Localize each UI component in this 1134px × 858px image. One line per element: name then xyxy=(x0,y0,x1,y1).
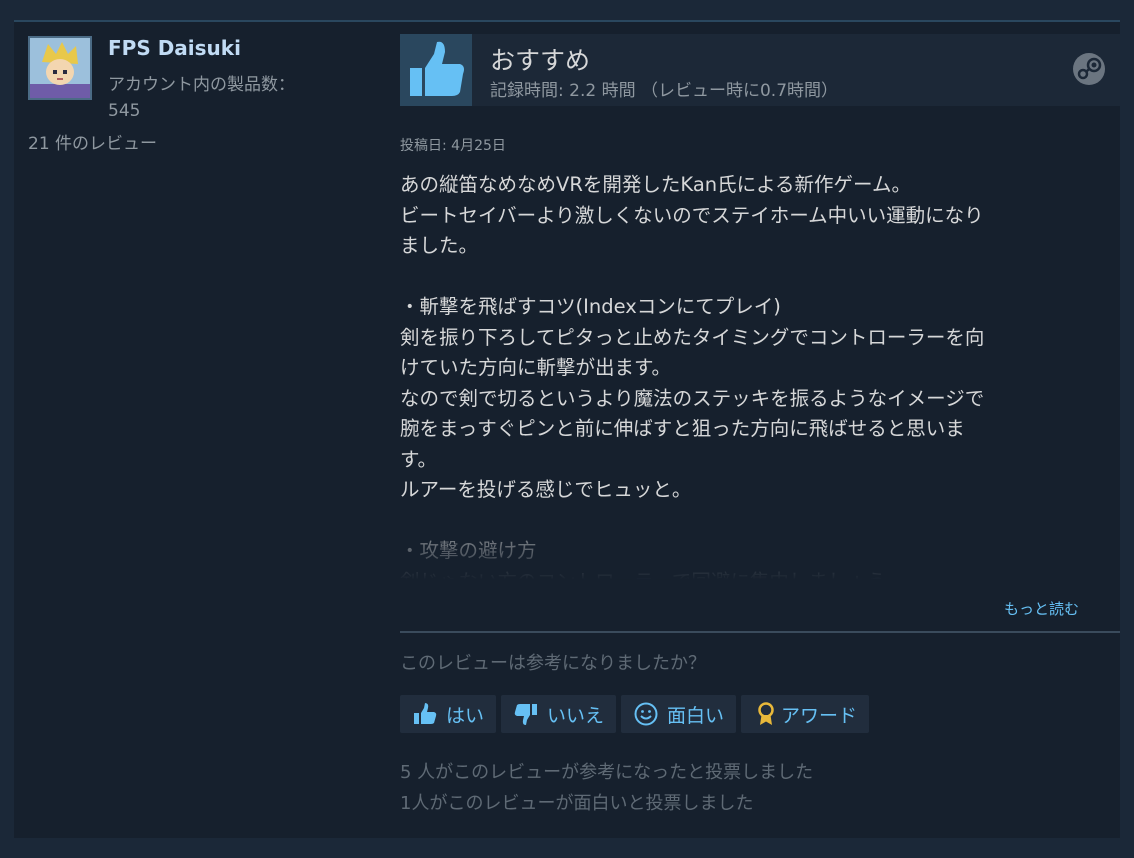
review-line xyxy=(400,262,1120,293)
award-button[interactable]: アワード xyxy=(741,695,870,733)
recommendation-header: おすすめ 記録時間: 2.2 時間 （レビュー時に0.7時間） xyxy=(400,34,1120,106)
vote-no-label: いいえ xyxy=(547,704,605,727)
vote-yes-label: はい xyxy=(446,704,485,727)
posted-date: 投稿日: 4月25日 xyxy=(400,138,506,154)
helpful-question: このレビューは参考になりましたか？ xyxy=(400,653,706,674)
award-label: アワード xyxy=(781,704,858,727)
recommendation-title: おすすめ xyxy=(490,46,591,75)
vote-funny-button[interactable]: 面白い xyxy=(621,695,737,733)
funny-votes-stat: 1人がこのレビューが面白いと投票しました xyxy=(400,793,754,814)
review-line: ・斬撃を飛ばすコツ(Indexコンにてプレイ) xyxy=(400,295,781,318)
award-ribbon-icon xyxy=(758,702,774,725)
review-line: 剣じゃない方のコントローラーで回避に集中しましょう xyxy=(400,567,1120,581)
review-line: ビートセイバーより激しくないのでステイホーム中いい運動になり xyxy=(400,203,984,227)
vote-funny-label: 面白い xyxy=(667,704,725,727)
review-line: す。 xyxy=(400,447,438,471)
smiley-icon xyxy=(634,702,658,726)
review-text: あの縦笛なめなめVRを開発したKan氏による新作ゲーム。 ビートセイバーより激し… xyxy=(400,170,1120,580)
review-line: ・攻撃の避け方 xyxy=(400,539,537,562)
helpful-votes-stat: 5 人がこのレビューが参考になったと投票しました xyxy=(400,762,814,783)
review-line xyxy=(400,506,1120,537)
vote-yes-button[interactable]: はい xyxy=(400,695,497,733)
products-label: アカウント内の製品数： xyxy=(108,75,295,95)
products-count[interactable]: 545 xyxy=(108,101,140,121)
review-line: けていた方向に斬撃が出ます。 xyxy=(400,356,672,379)
thumbs-up-icon xyxy=(400,34,472,106)
avatar[interactable] xyxy=(28,36,92,100)
thumbs-up-icon xyxy=(414,703,437,724)
vote-no-button[interactable]: いいえ xyxy=(501,695,617,733)
review-line: あの縦笛なめなめVRを開発したKan氏による新作ゲーム。 xyxy=(400,173,911,196)
steam-logo-icon xyxy=(1073,53,1105,85)
review-line: ルアーを投げる感じでヒュッと。 xyxy=(400,478,692,501)
review-panel: FPS Daisuki アカウント内の製品数： 545 21 件のレビュー おす… xyxy=(14,20,1120,838)
read-more-link[interactable]: もっと読む xyxy=(1004,598,1079,619)
divider xyxy=(400,631,1120,633)
review-line: ました。 xyxy=(400,234,479,257)
author-name[interactable]: FPS Daisuki xyxy=(108,36,241,60)
review-line: 剣を振り下ろしてピタっと止めたタイミングでコントローラーを向 xyxy=(400,325,985,349)
vote-buttons: はい いいえ 面白い アワード xyxy=(400,695,870,733)
review-count-link[interactable]: 21 件のレビュー xyxy=(28,129,157,154)
thumbs-down-icon xyxy=(514,704,538,725)
hours-played: 記録時間: 2.2 時間 （レビュー時に0.7時間） xyxy=(490,81,839,101)
review-line: 腕をまっすぐピンと前に伸ばすと狙った方向に飛ばせると思いま xyxy=(400,417,965,440)
review-line: なので剣で切るというより魔法のステッキを振るようなイメージで xyxy=(400,386,985,410)
